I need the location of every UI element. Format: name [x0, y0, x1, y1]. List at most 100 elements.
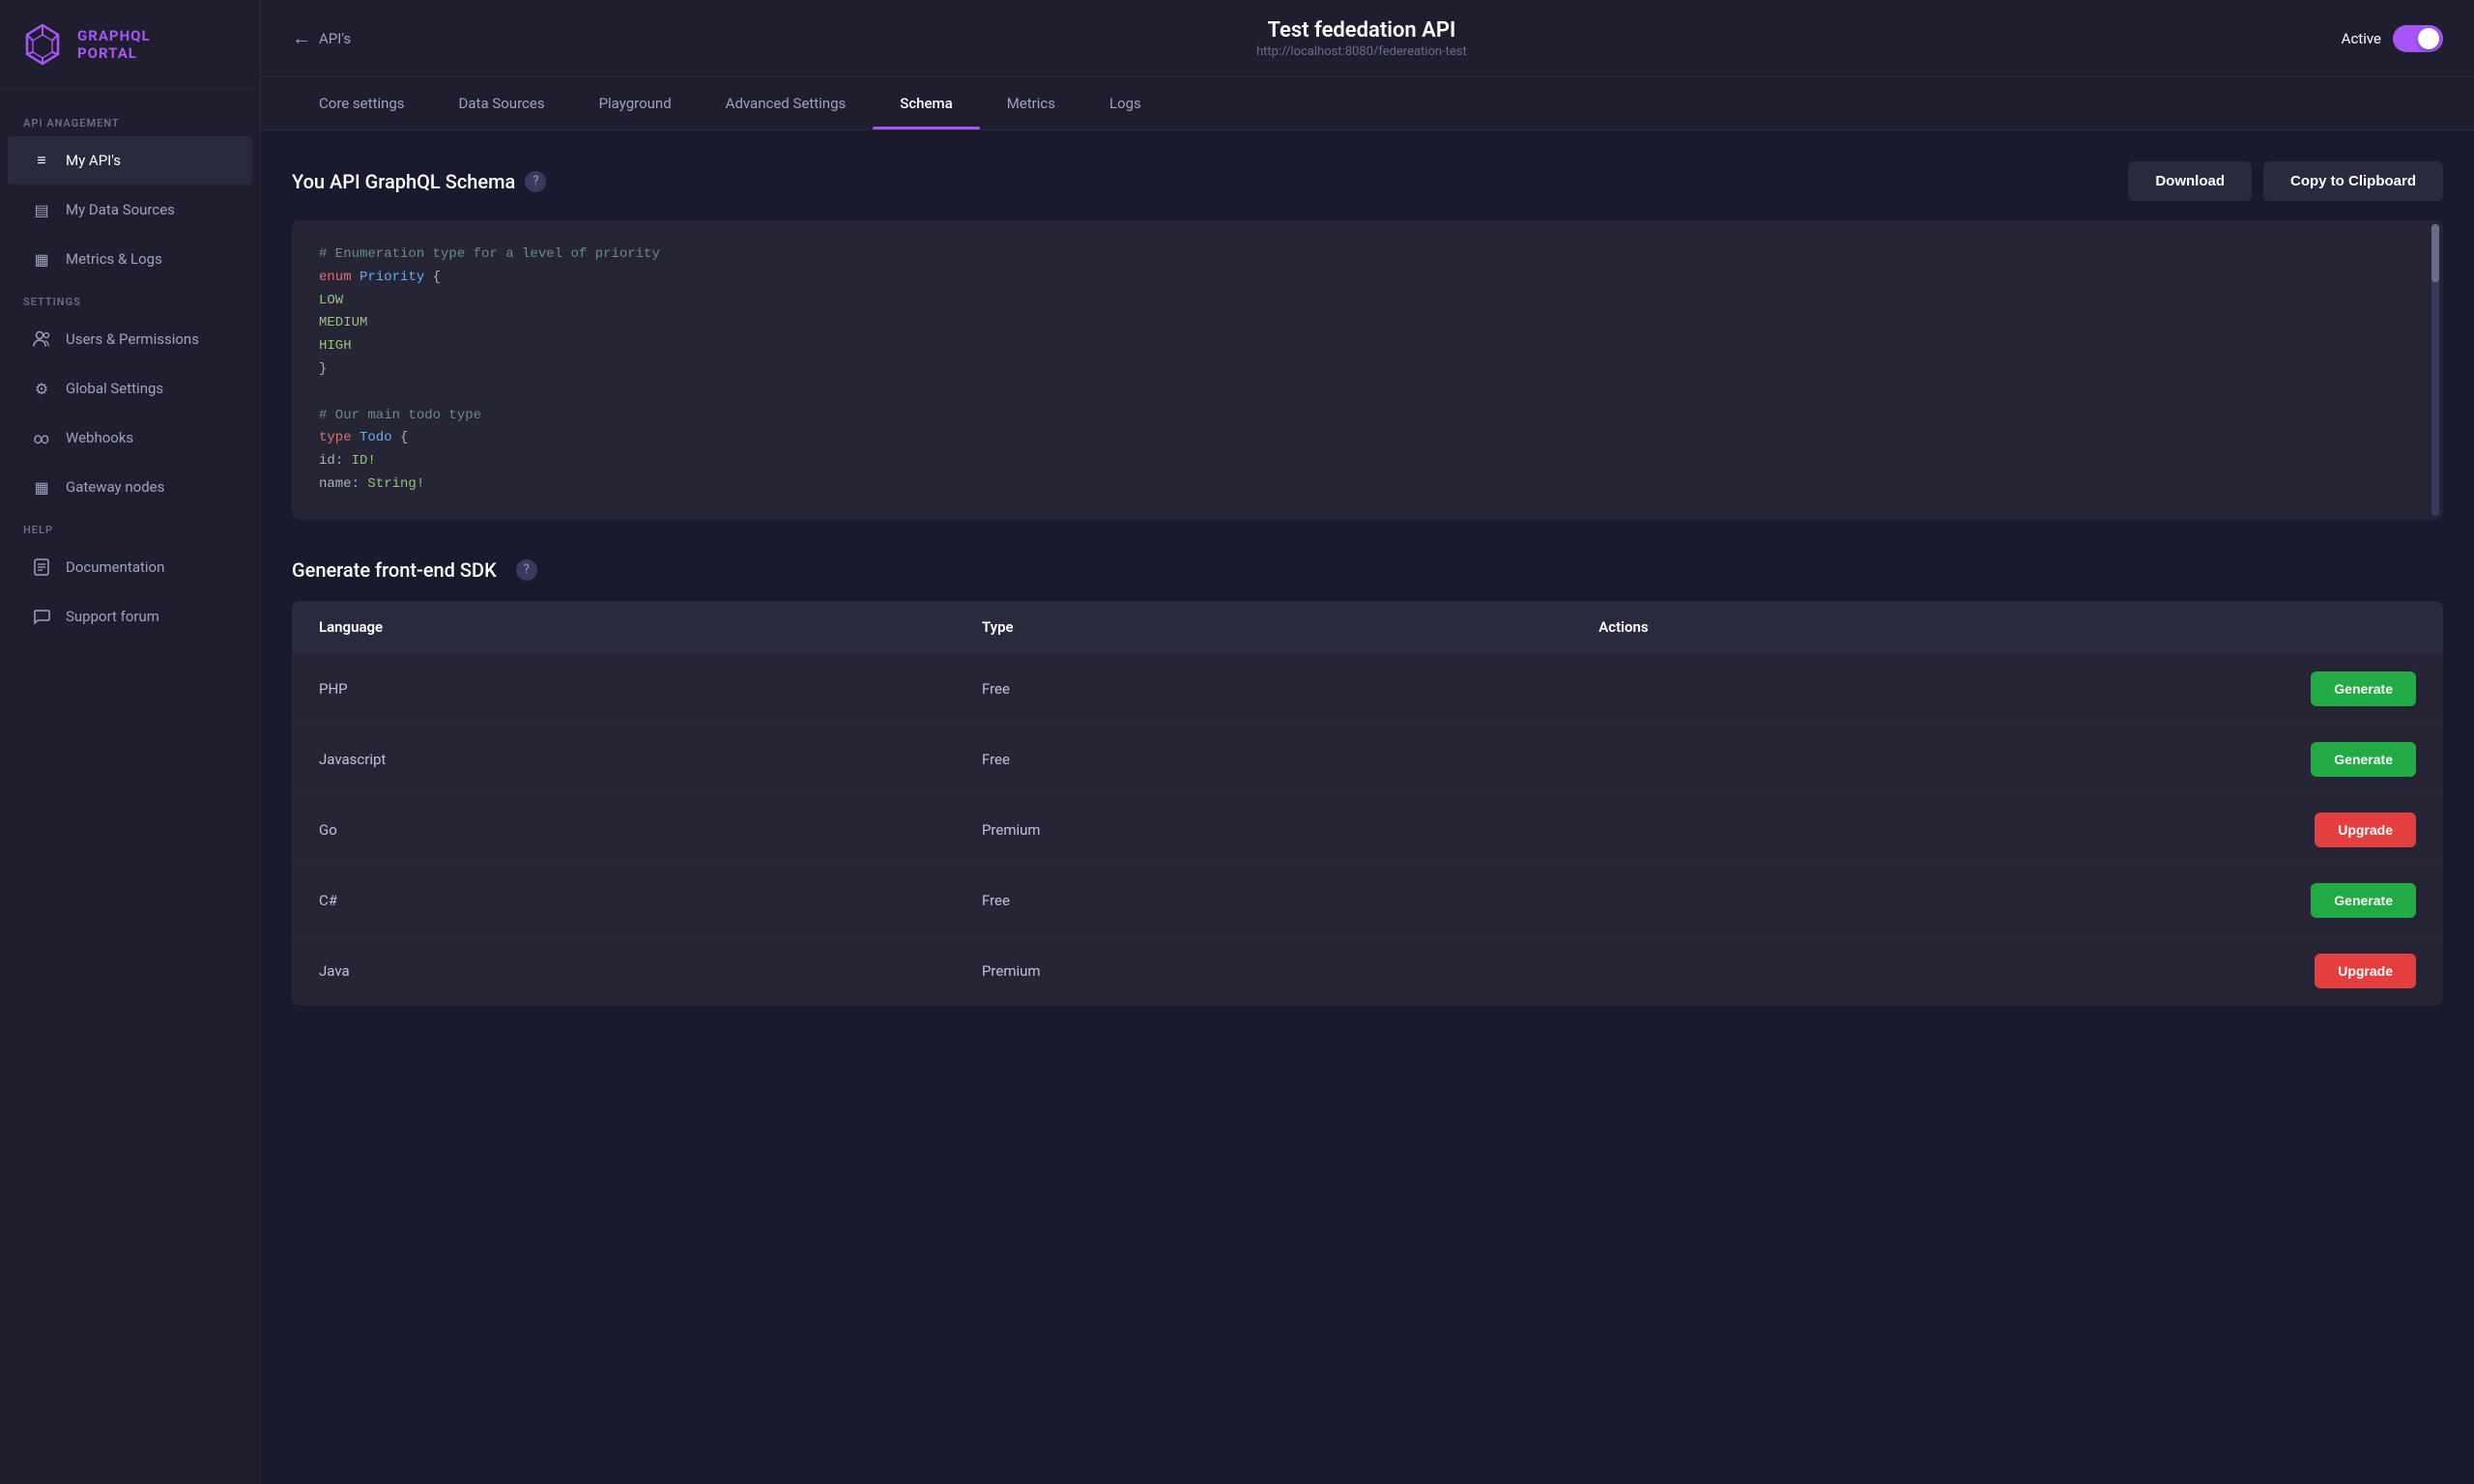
- schema-section-header: You API GraphQL Schema ? Download Copy t…: [292, 161, 2443, 201]
- api-url: http://localhost:8080/federeation-test: [382, 44, 2342, 59]
- sidebar-item-label: My Data Sources: [66, 201, 175, 218]
- table-row: JavaPremium Upgrade: [292, 935, 2443, 1006]
- active-toggle-switch[interactable]: [2393, 25, 2443, 52]
- toggle-knob: [2418, 28, 2439, 49]
- sdk-help-icon[interactable]: ?: [516, 559, 537, 581]
- back-label: API's: [319, 30, 351, 47]
- sidebar-item-global-settings[interactable]: ⚙ Global Settings: [8, 364, 252, 413]
- code-line-7: # Our main todo type: [319, 405, 2416, 428]
- sidebar-item-label: Support forum: [66, 608, 159, 625]
- col-actions: Actions: [1571, 601, 2443, 654]
- sidebar-item-label: Gateway nodes: [66, 478, 164, 496]
- code-line-4: MEDIUM: [319, 312, 2416, 335]
- cell-language: Java: [292, 935, 955, 1006]
- code-line-8: type Todo {: [319, 427, 2416, 450]
- sidebar-item-webhooks[interactable]: ∞ Webhooks: [8, 414, 252, 462]
- sidebar-item-label: Webhooks: [66, 429, 133, 446]
- copy-clipboard-button[interactable]: Copy to Clipboard: [2263, 161, 2443, 201]
- cell-language: Javascript: [292, 724, 955, 794]
- table-row: JavascriptFreeGenerate: [292, 724, 2443, 794]
- table-row: GoPremium Upgrade: [292, 794, 2443, 865]
- sidebar-item-support-forum[interactable]: Support forum: [8, 592, 252, 641]
- cell-type: Free: [955, 865, 1571, 935]
- generate-button[interactable]: Generate: [2311, 671, 2416, 706]
- gateway-icon: ▦: [31, 476, 52, 498]
- col-type: Type: [955, 601, 1571, 654]
- sidebar-item-metrics-logs[interactable]: ▦ Metrics & Logs: [8, 235, 252, 283]
- cell-type: Premium: [955, 794, 1571, 865]
- main-content: ← API's Test fededation API http://local…: [261, 0, 2474, 1484]
- cell-action: Generate: [1571, 724, 2443, 794]
- sidebar-item-label: Users & Permissions: [66, 330, 199, 348]
- sdk-table-header-row: Language Type Actions: [292, 601, 2443, 654]
- sidebar-item-label: My API's: [66, 152, 121, 169]
- section-label-settings: SETTINGS: [0, 284, 260, 314]
- sdk-table: Language Type Actions PHPFreeGenerateJav…: [292, 601, 2443, 1006]
- logo-icon: [19, 21, 66, 68]
- schema-action-buttons: Download Copy to Clipboard: [2128, 161, 2443, 201]
- cell-language: PHP: [292, 653, 955, 724]
- cell-language: C#: [292, 865, 955, 935]
- download-button[interactable]: Download: [2128, 161, 2252, 201]
- list-icon: ≡: [31, 150, 52, 171]
- cell-action: Upgrade: [1571, 935, 2443, 1006]
- sidebar-item-my-apis[interactable]: ≡ My API's: [8, 136, 252, 185]
- scrollbar-track[interactable]: [2431, 224, 2439, 516]
- cell-language: Go: [292, 794, 955, 865]
- tab-playground[interactable]: Playground: [572, 77, 699, 129]
- code-line-9: id: ID!: [319, 450, 2416, 473]
- code-line-3: LOW: [319, 290, 2416, 313]
- metrics-icon: ▦: [31, 248, 52, 270]
- table-row: PHPFree Generate: [292, 653, 2443, 724]
- generate-button[interactable]: Generate: [2311, 883, 2416, 918]
- tab-logs[interactable]: Logs: [1082, 77, 1168, 129]
- upgrade-button[interactable]: Upgrade: [2315, 813, 2416, 847]
- schema-help-icon[interactable]: ?: [525, 171, 546, 192]
- back-arrow-icon: ←: [292, 26, 311, 50]
- sidebar-item-documentation[interactable]: Documentation: [8, 543, 252, 591]
- scrollbar-thumb: [2431, 224, 2439, 282]
- code-block: # Enumeration type for a level of priori…: [292, 220, 2443, 520]
- users-icon: [31, 328, 52, 350]
- tab-data-sources[interactable]: Data Sources: [432, 77, 572, 129]
- sidebar-item-my-data-sources[interactable]: ▤ My Data Sources: [8, 186, 252, 234]
- cell-action: Generate: [1571, 865, 2443, 935]
- sidebar-item-users-permissions[interactable]: Users & Permissions: [8, 315, 252, 363]
- sidebar: GRAPHQL PORTAL API ANAGEMENT ≡ My API's …: [0, 0, 261, 1484]
- active-toggle: Active: [2342, 25, 2443, 52]
- cell-type: Premium: [955, 935, 1571, 1006]
- code-line-blank: [319, 382, 2416, 405]
- cell-type: Free: [955, 653, 1571, 724]
- top-header: ← API's Test fededation API http://local…: [261, 0, 2474, 77]
- sdk-section-header: Generate front-end SDK ?: [292, 558, 2443, 582]
- code-line-1: # Enumeration type for a level of priori…: [319, 243, 2416, 267]
- gear-icon: ⚙: [31, 378, 52, 399]
- code-line-6: }: [319, 358, 2416, 382]
- code-line-5: HIGH: [319, 335, 2416, 358]
- col-language: Language: [292, 601, 955, 654]
- back-button[interactable]: ← API's: [292, 26, 351, 50]
- forum-icon: [31, 606, 52, 627]
- logo-text: GRAPHQL PORTAL: [77, 27, 151, 62]
- tab-metrics[interactable]: Metrics: [980, 77, 1082, 129]
- sidebar-item-label: Documentation: [66, 558, 164, 576]
- table-row: C#Free Generate: [292, 865, 2443, 935]
- tab-advanced-settings[interactable]: Advanced Settings: [699, 77, 874, 129]
- section-label-api: API ANAGEMENT: [0, 105, 260, 135]
- content-area: You API GraphQL Schema ? Download Copy t…: [261, 130, 2474, 1484]
- active-label: Active: [2342, 30, 2381, 47]
- docs-icon: [31, 556, 52, 578]
- generate-button[interactable]: Generate: [2311, 742, 2416, 777]
- schema-title: You API GraphQL Schema: [292, 170, 515, 193]
- sidebar-item-label: Metrics & Logs: [66, 250, 162, 268]
- sidebar-item-label: Global Settings: [66, 380, 163, 397]
- code-line-10: name: String!: [319, 473, 2416, 497]
- sdk-title: Generate front-end SDK: [292, 558, 497, 582]
- tab-core-settings[interactable]: Core settings: [292, 77, 432, 129]
- tab-schema[interactable]: Schema: [873, 77, 979, 129]
- sidebar-item-gateway-nodes[interactable]: ▦ Gateway nodes: [8, 463, 252, 511]
- api-title: Test fededation API: [382, 18, 2342, 43]
- schema-title-row: You API GraphQL Schema ?: [292, 170, 546, 193]
- cell-action: Generate: [1571, 653, 2443, 724]
- upgrade-button[interactable]: Upgrade: [2315, 954, 2416, 988]
